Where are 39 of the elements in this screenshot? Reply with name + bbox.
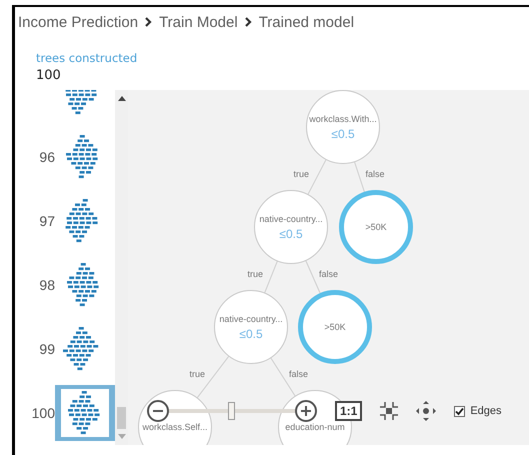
tree-number: 96	[38, 149, 55, 165]
edge-line	[305, 260, 321, 294]
edge-label: true	[189, 369, 205, 379]
minus-icon	[153, 410, 163, 412]
tree-number: 100	[30, 405, 55, 421]
tree-number: 98	[38, 277, 55, 293]
tree-thumbnail[interactable]	[55, 385, 115, 441]
split-node[interactable]: workclass.With... ≤0.5	[306, 90, 380, 164]
breadcrumb-link[interactable]: Income Prediction	[18, 14, 138, 30]
edge-line	[308, 159, 326, 195]
split-node[interactable]: native-country... ≤0.5	[254, 190, 328, 264]
chevron-icon	[145, 17, 152, 27]
scroll-thumb[interactable]	[117, 407, 126, 429]
leaf-node[interactable]: >50K	[339, 190, 413, 264]
scroll-up-icon[interactable]	[118, 95, 126, 101]
edges-checkbox[interactable]	[454, 406, 466, 416]
actual-size-button[interactable]: 1:1	[335, 401, 362, 421]
chevron-icon	[244, 17, 252, 27]
edge-label: true	[293, 169, 309, 179]
fit-to-screen-icon[interactable]	[380, 402, 398, 420]
tree-number: 99	[38, 341, 55, 357]
edge-label: false	[319, 269, 338, 279]
edge-label: false	[289, 369, 308, 379]
stat-value: 100	[36, 67, 61, 85]
stat-label: trees constructed	[36, 50, 138, 66]
edge-line	[264, 260, 278, 294]
pan-icon[interactable]	[416, 401, 436, 421]
edge-line	[354, 162, 365, 192]
breadcrumb-link[interactable]: Trained model	[258, 14, 354, 30]
edges-label[interactable]: Edges	[470, 405, 502, 417]
scrollbar[interactable]	[115, 90, 128, 445]
edge-label: true	[247, 269, 263, 279]
split-node[interactable]: native-country... ≤0.5	[214, 290, 288, 364]
breadcrumb-link[interactable]: Train Model	[159, 14, 238, 30]
tree-number: 97	[38, 213, 55, 229]
plus-icon	[301, 406, 311, 416]
leaf-node[interactable]: >50K	[298, 290, 372, 364]
zoom-slider-thumb[interactable]	[228, 402, 235, 420]
edge-label: false	[366, 169, 385, 179]
